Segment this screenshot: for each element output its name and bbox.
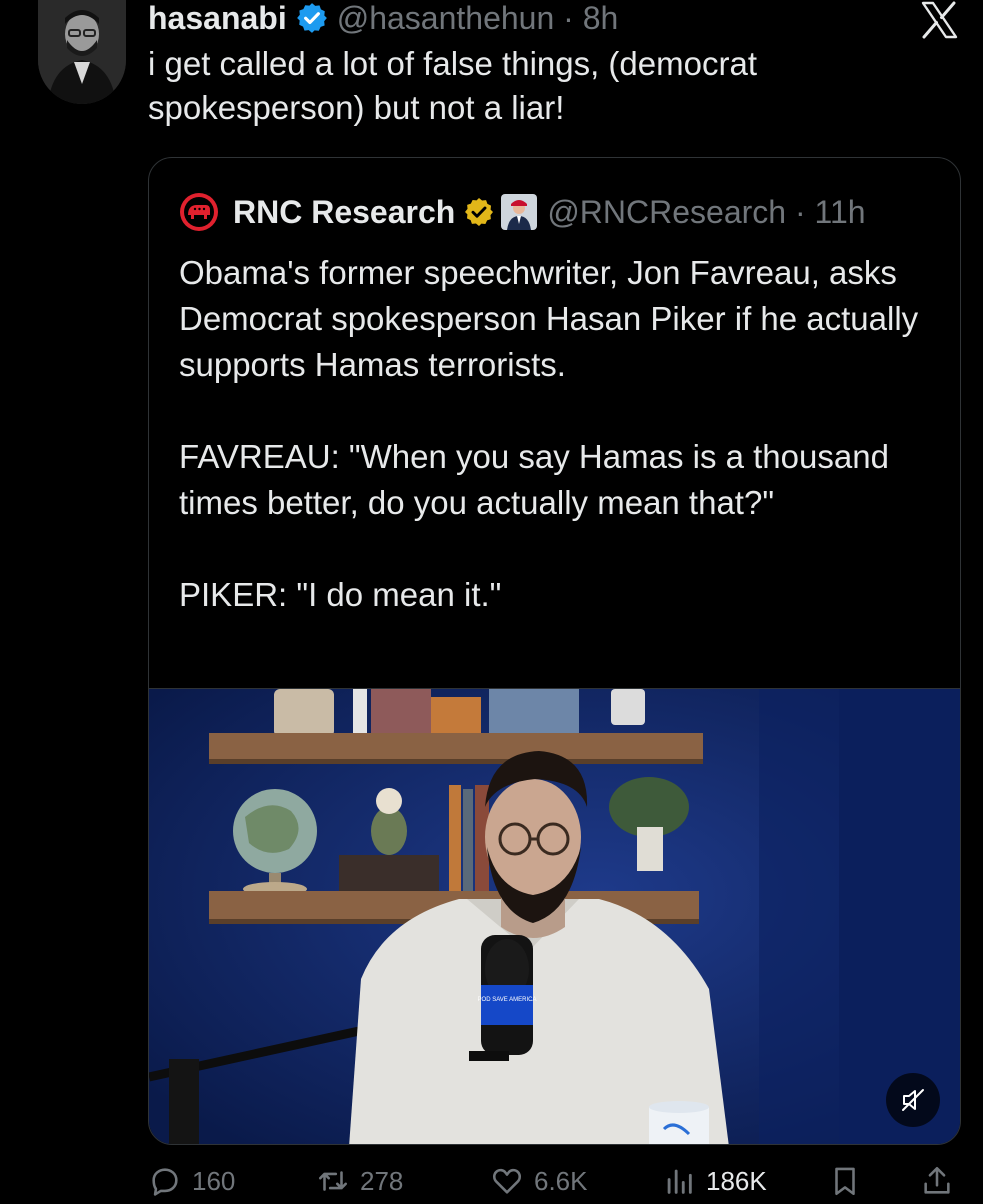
reply-button[interactable]: 160 xyxy=(148,1164,235,1198)
verified-badge-icon xyxy=(296,3,327,33)
quoted-tweet[interactable]: RNC Research @RNCResearch · 11h Obama's … xyxy=(148,157,961,1145)
quoted-paragraph: Obama's former speechwriter, Jon Favreau… xyxy=(179,254,919,383)
like-button[interactable]: 6.6K xyxy=(490,1164,588,1198)
heart-icon xyxy=(492,1168,522,1194)
share-button[interactable] xyxy=(920,1164,954,1198)
author-name[interactable]: hasanabi xyxy=(148,0,287,37)
x-logo-icon[interactable] xyxy=(919,0,959,40)
muted-speaker-icon xyxy=(902,1089,924,1111)
tweet-text: i get called a lot of false things, (dem… xyxy=(148,45,757,126)
repost-count: 278 xyxy=(360,1165,404,1196)
bookmark-button[interactable] xyxy=(828,1164,862,1198)
quoted-handle-time[interactable]: @RNCResearch · 11h xyxy=(547,194,865,231)
repost-button[interactable]: 278 xyxy=(316,1164,403,1198)
tweet-author-line: hasanabi @hasanthehun · 8h xyxy=(148,0,618,36)
quoted-paragraph: FAVREAU: "When you say Hamas is a thousa… xyxy=(179,438,889,521)
views-chart-icon xyxy=(667,1169,692,1194)
views-button[interactable]: 186K xyxy=(662,1164,767,1198)
reply-count: 160 xyxy=(192,1165,236,1196)
quoted-author-name[interactable]: RNC Research xyxy=(233,194,455,231)
quoted-paragraph: PIKER: "I do mean it." xyxy=(179,576,502,613)
tweet-action-bar: 160 278 6.6K 186K xyxy=(148,1164,968,1204)
quoted-author-line: RNC Research @RNCResearch · 11h xyxy=(179,192,866,232)
gop-elephant-icon xyxy=(180,193,218,231)
quoted-video[interactable]: POD SAVE AMERICA xyxy=(149,688,960,1144)
bookmark-icon xyxy=(835,1167,855,1196)
quoted-text: Obama's former speechwriter, Jon Favreau… xyxy=(179,250,939,664)
views-count: 186K xyxy=(706,1165,767,1196)
repost-icon xyxy=(318,1171,348,1191)
author-avatar[interactable] xyxy=(38,0,126,104)
mute-button[interactable] xyxy=(886,1073,940,1127)
author-handle-time[interactable]: @hasanthehun · 8h xyxy=(337,0,619,37)
share-icon xyxy=(924,1166,950,1194)
reply-icon xyxy=(152,1168,178,1196)
video-frame-image: POD SAVE AMERICA xyxy=(149,689,960,1144)
like-count: 6.6K xyxy=(534,1165,588,1196)
mic-flag-text: POD SAVE AMERICA xyxy=(478,997,537,1003)
affiliate-avatar-icon xyxy=(501,194,538,230)
verified-gold-badge-icon xyxy=(465,198,494,226)
